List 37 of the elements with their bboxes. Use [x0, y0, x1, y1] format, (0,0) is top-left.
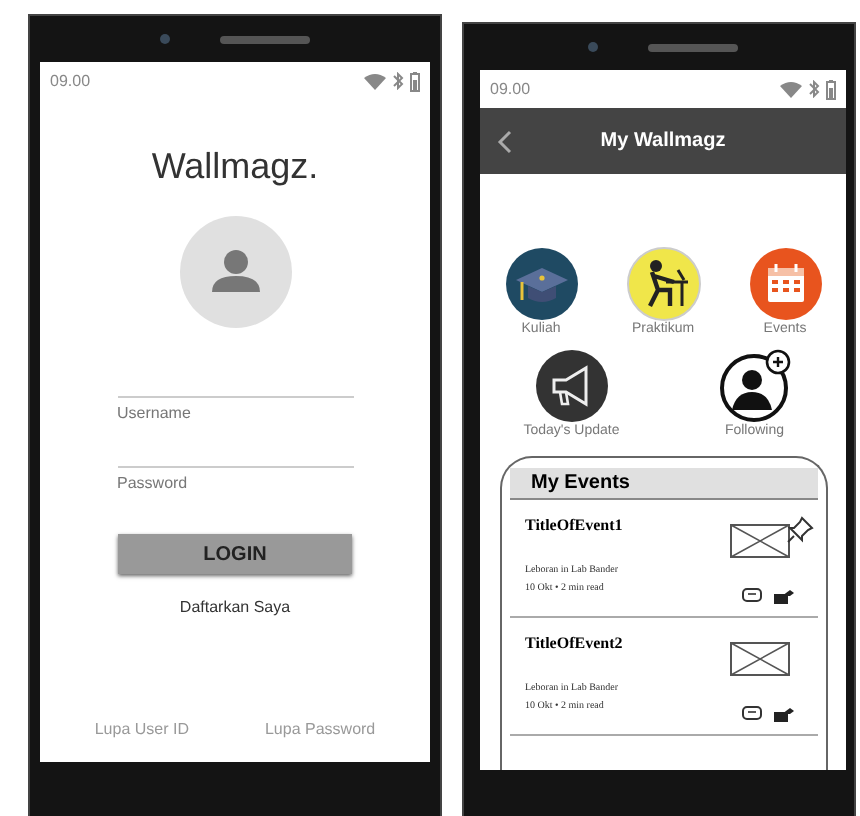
register-link[interactable]: Daftarkan Saya: [179, 598, 291, 616]
speaker: [220, 35, 310, 43]
speaker: [648, 43, 738, 51]
avatar-icon: [179, 216, 291, 328]
graduation-cap-icon: [503, 246, 579, 322]
header-title: My Wallmagz: [598, 130, 728, 152]
event-title[interactable]: TitleOfEvent2: [525, 634, 623, 652]
pin-icon: [785, 516, 813, 544]
battery-icon: [826, 79, 836, 99]
camera-icon: [588, 42, 598, 52]
megaphone-icon: [533, 348, 610, 424]
image-placeholder-icon: [729, 524, 789, 558]
app-title: Wallmagz.: [151, 146, 319, 188]
person-at-desk-icon: [625, 246, 701, 322]
wifi-icon: [780, 81, 802, 97]
share-icon: [773, 588, 793, 604]
comment-icon: [741, 706, 761, 722]
events-title: My Events: [509, 468, 817, 500]
footer-link[interactable]: Lupa User ID: [94, 720, 189, 738]
battery-icon: [410, 71, 420, 91]
person-add-icon: [716, 348, 793, 424]
login-button[interactable]: LOGIN: [118, 534, 352, 574]
wifi-icon: [364, 73, 386, 89]
status-time: 09.00: [490, 80, 531, 98]
bluetooth-icon: [392, 72, 404, 90]
event-title[interactable]: TitleOfEvent1: [525, 516, 623, 534]
footer-link[interactable]: Lupa Password: [264, 720, 376, 738]
input-field[interactable]: Password: [117, 466, 353, 498]
input-field[interactable]: Username: [117, 396, 353, 428]
comment-icon: [741, 588, 761, 604]
image-placeholder-icon: [729, 642, 789, 676]
bluetooth-icon: [808, 80, 820, 98]
calendar-icon: [747, 246, 823, 322]
status-time: 09.00: [50, 72, 91, 90]
camera-icon: [160, 34, 170, 44]
share-icon: [773, 706, 793, 722]
back-icon: [496, 129, 512, 153]
